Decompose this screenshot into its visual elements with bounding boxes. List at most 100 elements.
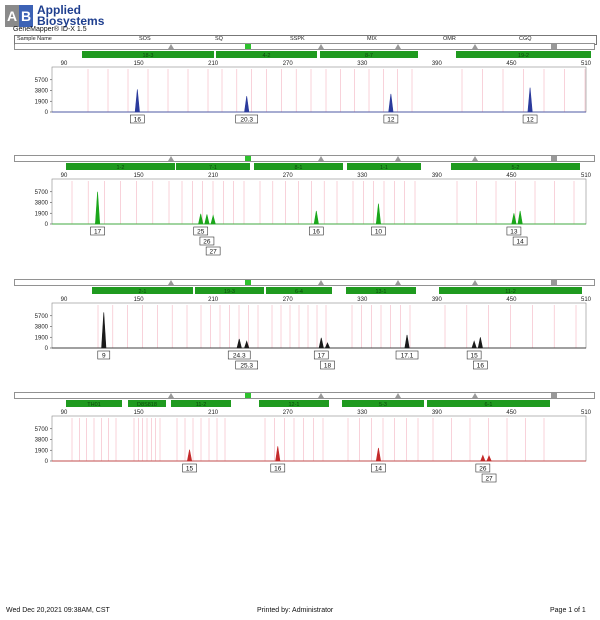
allele-call-label: 17 — [318, 352, 326, 359]
allele-call-label: 17 — [94, 228, 102, 235]
x-tick-label: 270 — [283, 297, 294, 303]
x-tick-label: 270 — [283, 410, 294, 416]
x-tick-label: 390 — [432, 297, 443, 303]
trace-peak — [388, 93, 394, 113]
x-tick-label: 150 — [134, 297, 145, 303]
red-electropherogram: TH01 D8S818 11-2 12-1 5-3 6-190 150 210 270 330 39… — [14, 392, 595, 483]
trace-peak — [236, 338, 242, 349]
locus-marker-label: 8-1 — [295, 165, 303, 171]
locus-marker-label: 11-2 — [196, 402, 207, 408]
plot-frame — [51, 415, 587, 462]
trace-peak — [477, 337, 483, 349]
x-tick-label: 330 — [357, 61, 368, 67]
trace-peak — [204, 214, 210, 225]
x-tick-label: 150 — [134, 173, 145, 179]
locus-marker-label: 8-7 — [365, 53, 373, 59]
green-square-icon — [245, 44, 251, 49]
trace-peak — [480, 454, 486, 462]
trace-peak — [517, 210, 523, 225]
allele-call-label: 16 — [274, 465, 282, 472]
locus-marker-label: D8S818 — [137, 402, 157, 408]
allele-call-label: 18 — [324, 362, 332, 369]
locus-marker-label: 12-1 — [288, 402, 299, 408]
col-sspk: SSPK — [290, 36, 305, 42]
x-tick-label: 90 — [61, 410, 68, 416]
page-number: Page 1 of 1 — [550, 607, 586, 614]
trace-peak — [375, 447, 381, 462]
trace-peak — [101, 312, 107, 349]
x-tick-label: 450 — [506, 410, 517, 416]
svg-text:B: B — [21, 8, 31, 24]
applied-biosystems-logo-icon: A B — [5, 5, 33, 27]
allele-call-label: 14 — [517, 238, 525, 245]
trace-peak — [527, 87, 533, 113]
trace-peak — [134, 89, 140, 113]
trace-peak — [313, 210, 319, 225]
allele-call-label: 20.3 — [240, 116, 253, 123]
green-square-icon — [245, 156, 251, 161]
blue-electropherogram: 18-3 4-2 8-7 19-2 90 150 210 270 330 390 450 510 0 19… — [14, 43, 595, 123]
locus-marker-label: 2-1 — [139, 289, 147, 295]
green-electropherogram: 1-2 7-1 8-1 1-1 5-2 90 150 210 270 330 390 450 510 0 1… — [14, 155, 595, 255]
trace-peak — [404, 334, 410, 349]
allele-call-label: 27 — [210, 248, 218, 255]
locus-marker-label: TH01 — [87, 402, 100, 408]
allele-call-label: 16 — [313, 228, 321, 235]
plot-frame — [51, 302, 587, 349]
locus-marker-label: 7-1 — [209, 165, 217, 171]
locus-marker-label: 13-1 — [375, 289, 386, 295]
y-tick-label: 0 — [45, 459, 49, 465]
panel-header-strip — [14, 279, 595, 286]
y-tick-label: 3800 — [35, 89, 49, 95]
allele-call-label: 26 — [479, 465, 487, 472]
blue-dye-panel: 18-3 4-2 8-7 19-2 90 150 210 270 330 390 450 510 0 19… — [14, 43, 595, 133]
x-tick-label: 450 — [506, 61, 517, 67]
y-tick-label: 0 — [45, 346, 49, 352]
x-tick-label: 390 — [432, 173, 443, 179]
x-tick-label: 210 — [208, 410, 219, 416]
trace-peak — [198, 213, 204, 225]
x-tick-label: 150 — [134, 410, 145, 416]
gray-square-icon — [551, 44, 557, 49]
y-tick-label: 3800 — [35, 325, 49, 331]
x-tick-label: 210 — [208, 61, 219, 67]
genemapper-report-page: A B Applied Biosystems GeneMapper® ID-X … — [0, 0, 600, 620]
trace-peak — [275, 446, 281, 462]
allele-call-label: 12 — [387, 116, 395, 123]
green-dye-panel: 1-2 7-1 8-1 1-1 5-2 90 150 210 270 330 390 450 510 0 1… — [14, 155, 595, 270]
panel-header-strip — [14, 392, 595, 399]
col-mix: MIX — [367, 36, 377, 42]
trace-peak — [375, 203, 381, 225]
trace-peak — [95, 191, 101, 225]
black-electropherogram: 2-1 19-3 6-4 13-1 11-290 150 210 270 330 390 450 51… — [14, 279, 595, 370]
x-tick-label: 90 — [61, 61, 68, 67]
locus-marker-label: 5-2 — [512, 165, 520, 171]
y-tick-label: 5700 — [35, 78, 49, 84]
printed-by: Printed by: Administrator — [257, 607, 334, 614]
y-tick-label: 1900 — [35, 99, 49, 105]
print-date: Wed Dec 20,2021 09:38AM, CST — [6, 607, 110, 614]
col-omr: OMR — [443, 36, 456, 42]
allele-call-label: 16 — [134, 116, 142, 123]
x-tick-label: 390 — [432, 410, 443, 416]
trace-peak — [486, 455, 492, 462]
x-tick-label: 510 — [581, 297, 592, 303]
locus-marker-label: 19-3 — [224, 289, 235, 295]
x-tick-label: 210 — [208, 173, 219, 179]
allele-call-label: 10 — [375, 228, 383, 235]
y-tick-label: 1900 — [35, 211, 49, 217]
x-tick-label: 90 — [61, 173, 68, 179]
trace-peak — [471, 340, 477, 349]
x-tick-label: 390 — [432, 61, 443, 67]
col-sample-name: Sample Name — [17, 36, 52, 42]
allele-call-label: 12 — [526, 116, 534, 123]
y-tick-label: 0 — [45, 110, 49, 116]
allele-call-label: 16 — [477, 362, 485, 369]
allele-call-label: 14 — [375, 465, 383, 472]
green-square-icon — [245, 393, 251, 398]
locus-marker-label: 6-1 — [485, 402, 493, 408]
panel-header-strip — [14, 155, 595, 162]
locus-marker-label: 4-2 — [263, 53, 271, 59]
x-tick-label: 450 — [506, 173, 517, 179]
product-name: GeneMapper® ID-X 1.5 — [13, 26, 87, 33]
